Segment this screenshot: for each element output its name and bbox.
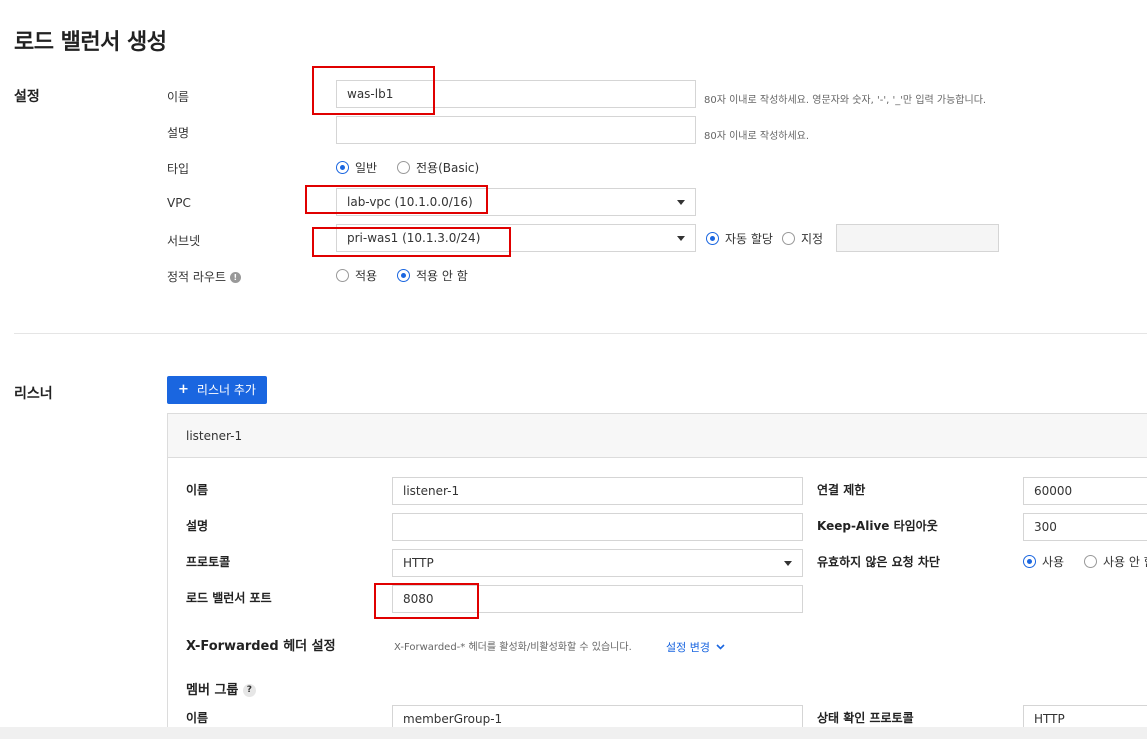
radio-unselected-icon	[782, 232, 795, 245]
highlight-box-vpc	[305, 185, 488, 214]
xff-settings-link[interactable]: 설정 변경	[666, 639, 725, 655]
highlight-box-subnet	[312, 227, 511, 257]
protocol-label: 프로토콜	[186, 555, 231, 569]
name-hint: 80자 이내로 작성하세요. 영문자와 숫자, '-', '_'만 입력 가능합…	[704, 95, 987, 106]
conn-limit-input[interactable]	[1023, 477, 1147, 505]
section-title-listener: 리스너	[14, 386, 53, 402]
section-title-settings: 설정	[14, 89, 40, 105]
vpc-label: VPC	[167, 196, 191, 210]
member-group-label: 멤버 그룹	[186, 683, 239, 698]
add-listener-button-label: 리스너 추가	[196, 383, 256, 397]
static-route-radio-none[interactable]: 적용 안 함	[397, 267, 468, 284]
section-divider	[14, 333, 1147, 334]
keepalive-label: Keep-Alive 타임아웃	[817, 519, 938, 533]
health-protocol-label: 상태 확인 프로토콜	[817, 711, 914, 725]
member-name-label: 이름	[186, 711, 209, 725]
ip-option-auto-label: 자동 할당	[725, 232, 773, 246]
type-label: 타입	[167, 162, 190, 176]
static-route-option-apply-label: 적용	[355, 269, 378, 283]
block-radio-use[interactable]: 사용	[1023, 553, 1064, 570]
chevron-down-icon	[716, 644, 725, 650]
xff-settings-link-label: 설정 변경	[666, 641, 710, 654]
static-route-option-none-label: 적용 안 함	[416, 269, 468, 283]
block-option-none-label: 사용 안 함	[1103, 555, 1147, 569]
protocol-select[interactable]: HTTP	[392, 549, 803, 577]
xff-label: X-Forwarded 헤더 설정	[186, 639, 336, 654]
type-option-dedicated-label: 전용(Basic)	[416, 161, 480, 175]
bottom-bar	[0, 727, 1147, 739]
chevron-down-icon	[677, 200, 685, 205]
member-group-heading: 멤버 그룹 ?	[186, 679, 256, 698]
block-invalid-label: 유효하지 않은 요청 차단	[817, 555, 940, 569]
static-route-label: 정적 라우트 !	[167, 268, 241, 285]
page-title: 로드 밸런서 생성	[14, 30, 167, 55]
radio-selected-icon	[706, 232, 719, 245]
listener-desc-label: 설명	[186, 519, 209, 533]
highlight-box-port	[374, 583, 479, 619]
listener-desc-input[interactable]	[392, 513, 803, 541]
subnet-label: 서브넷	[167, 234, 201, 248]
plus-icon: +	[178, 382, 189, 397]
type-option-general-label: 일반	[355, 161, 378, 175]
listener-name-input[interactable]	[392, 477, 803, 505]
radio-unselected-icon	[336, 269, 349, 282]
chevron-down-icon	[677, 236, 685, 241]
lb-port-label: 로드 밸런서 포트	[186, 591, 272, 605]
keepalive-input[interactable]	[1023, 513, 1147, 541]
add-listener-button[interactable]: + 리스너 추가	[167, 376, 267, 404]
desc-label: 설명	[167, 126, 190, 140]
highlight-box-name	[312, 66, 435, 115]
radio-unselected-icon	[1084, 555, 1097, 568]
radio-selected-icon	[1023, 555, 1036, 568]
listener-panel-title: listener-1	[186, 429, 243, 443]
static-route-radio-apply[interactable]: 적용	[336, 267, 377, 284]
chevron-down-icon	[784, 561, 792, 566]
help-icon[interactable]: ?	[242, 684, 256, 697]
radio-selected-icon	[397, 269, 410, 282]
ip-radio-manual[interactable]: 지정	[782, 230, 823, 247]
static-route-label-text: 정적 라우트	[167, 270, 227, 284]
radio-selected-icon	[336, 161, 349, 174]
xff-hint: X-Forwarded-* 헤더를 활성화/비활성화할 수 있습니다.	[394, 642, 632, 653]
type-radio-dedicated[interactable]: 전용(Basic)	[397, 159, 479, 176]
conn-limit-label: 연결 제한	[817, 483, 866, 497]
name-label: 이름	[167, 90, 190, 104]
listener-name-label: 이름	[186, 483, 209, 497]
listener-panel-header: listener-1	[168, 414, 1147, 458]
info-icon[interactable]: !	[229, 272, 241, 283]
lb-desc-input[interactable]	[336, 116, 696, 144]
block-option-use-label: 사용	[1042, 555, 1065, 569]
block-radio-none[interactable]: 사용 안 함	[1084, 553, 1147, 570]
type-radio-general[interactable]: 일반	[336, 159, 377, 176]
desc-hint: 80자 이내로 작성하세요.	[704, 131, 810, 142]
ip-radio-auto[interactable]: 자동 할당	[706, 230, 773, 247]
health-protocol-value: HTTP	[1034, 712, 1065, 726]
radio-unselected-icon	[397, 161, 410, 174]
ip-address-input[interactable]	[836, 224, 999, 252]
protocol-select-value: HTTP	[403, 556, 434, 570]
ip-option-manual-label: 지정	[801, 232, 824, 246]
